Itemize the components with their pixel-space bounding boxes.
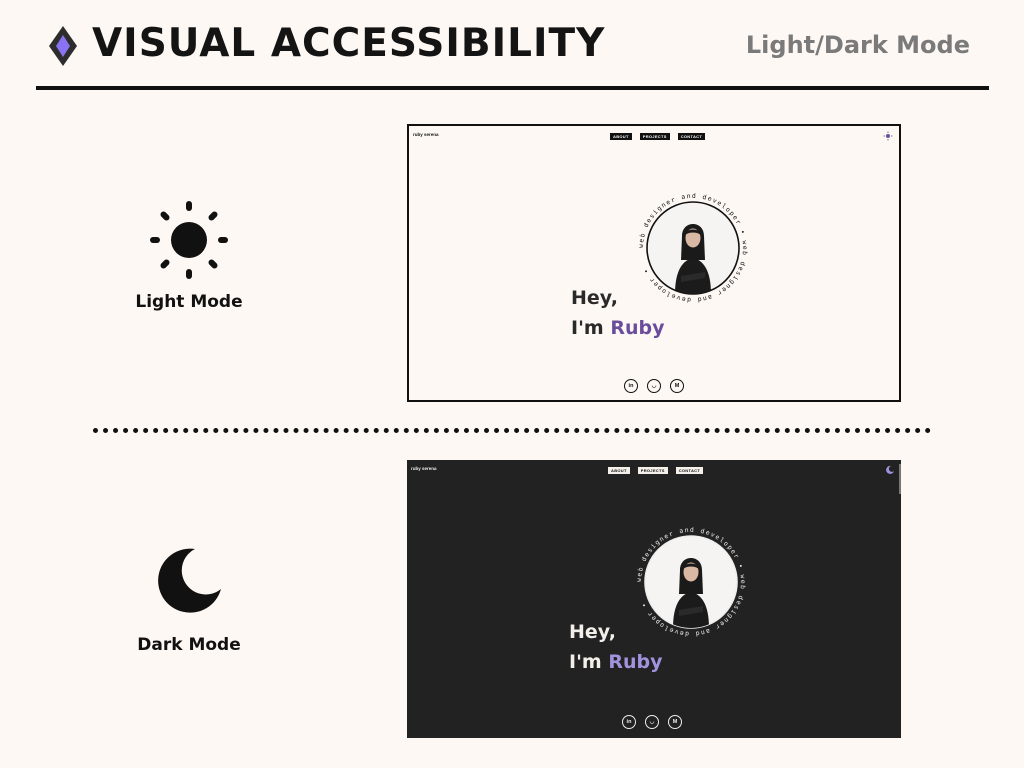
hero-name: Ruby [610,317,665,339]
social-links: in ◡ M [622,715,682,729]
nav-projects[interactable]: PROJECTS [639,133,670,140]
hero-heading: Hey, I'm Ruby [569,617,662,677]
theme-toggle-sun-icon[interactable] [883,131,893,141]
nav-contact[interactable]: CONTACT [675,467,704,474]
linkedin-icon[interactable]: in [622,715,636,729]
moon-icon [158,548,221,613]
diamond-logo-icon [49,26,77,66]
social-links: in ◡ M [624,379,684,393]
page-subtitle: Light/Dark Mode [745,31,970,59]
page-title: VISUAL ACCESSIBILITY [92,21,606,66]
hero-intro: I'm Ruby [571,317,665,339]
hero-heading: Hey, I'm Ruby [571,283,664,343]
header-divider [36,86,989,90]
medium-icon[interactable]: M [668,715,682,729]
light-mode-block: Light Mode [89,200,289,312]
hero-intro: I'm Ruby [569,651,663,673]
hero-greeting: Hey, [569,621,616,643]
nav-about[interactable]: ABOUT [608,467,630,474]
linkedin-icon[interactable]: in [624,379,638,393]
dark-mode-block: Dark Mode [89,545,289,655]
hero-name: Ruby [608,651,663,673]
theme-toggle-moon-icon[interactable] [885,465,895,475]
dark-mode-label: Dark Mode [137,635,241,655]
sun-icon [150,201,228,279]
github-icon[interactable]: ◡ [645,715,659,729]
nav-about[interactable]: ABOUT [610,133,632,140]
light-mode-label: Light Mode [135,292,243,312]
site-nav: ABOUT PROJECTS CONTACT [610,133,706,140]
section-divider [93,428,931,433]
medium-icon[interactable]: M [670,379,684,393]
dark-mode-preview: ruby serena ABOUT PROJECTS CONTACT web d… [407,460,901,738]
scrollbar[interactable] [899,464,901,494]
light-mode-preview: ruby serena ABOUT PROJECTS CONTACT web d… [407,124,901,402]
github-icon[interactable]: ◡ [647,379,661,393]
site-brand[interactable]: ruby serena [411,466,437,471]
nav-contact[interactable]: CONTACT [677,133,706,140]
nav-projects[interactable]: PROJECTS [637,467,668,474]
site-brand[interactable]: ruby serena [413,132,439,137]
slide-header: VISUAL ACCESSIBILITY Light/Dark Mode [0,0,1024,92]
hero-greeting: Hey, [571,287,618,309]
site-nav: ABOUT PROJECTS CONTACT [608,467,704,474]
